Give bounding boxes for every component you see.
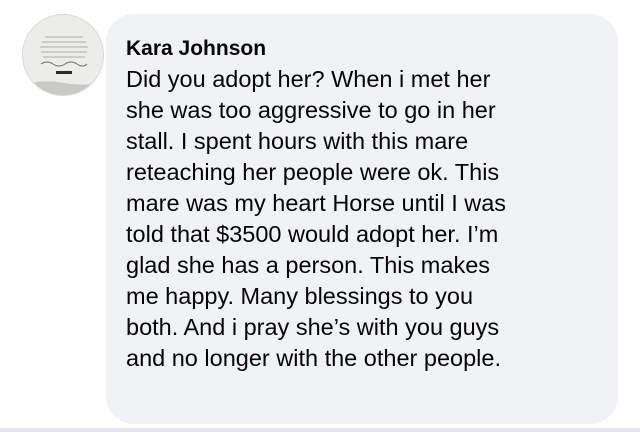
comment-line: Did you adopt her? When i met her (126, 66, 491, 92)
comment-line: stall. I spent hours with this mare (126, 128, 469, 154)
comment-line: she was too aggressive to go in her (126, 97, 496, 123)
comment-line: told that $3500 would adopt her. I’m (126, 221, 499, 247)
comment-line: mare was my heart Horse until I was (126, 190, 507, 216)
comment-line: me happy. Many blessings to you (126, 283, 474, 309)
avatar[interactable] (22, 14, 104, 96)
bottom-divider (0, 428, 640, 432)
comment-line: reteaching her people were ok. This (126, 159, 500, 185)
comment-text: Did you adopt her? When i met her she wa… (126, 64, 604, 374)
profile-picture-icon (23, 15, 103, 95)
comment-author-name[interactable]: Kara Johnson (126, 36, 604, 62)
comment-line: and no longer with the other people. (126, 345, 501, 371)
comment-line: glad she has a person. This makes (126, 252, 491, 278)
comment-bubble: Kara Johnson Did you adopt her? When i m… (106, 14, 618, 424)
comment-line: both. And i pray she’s with you guys (126, 314, 500, 340)
comment-screen: Kara Johnson Did you adopt her? When i m… (0, 0, 640, 432)
